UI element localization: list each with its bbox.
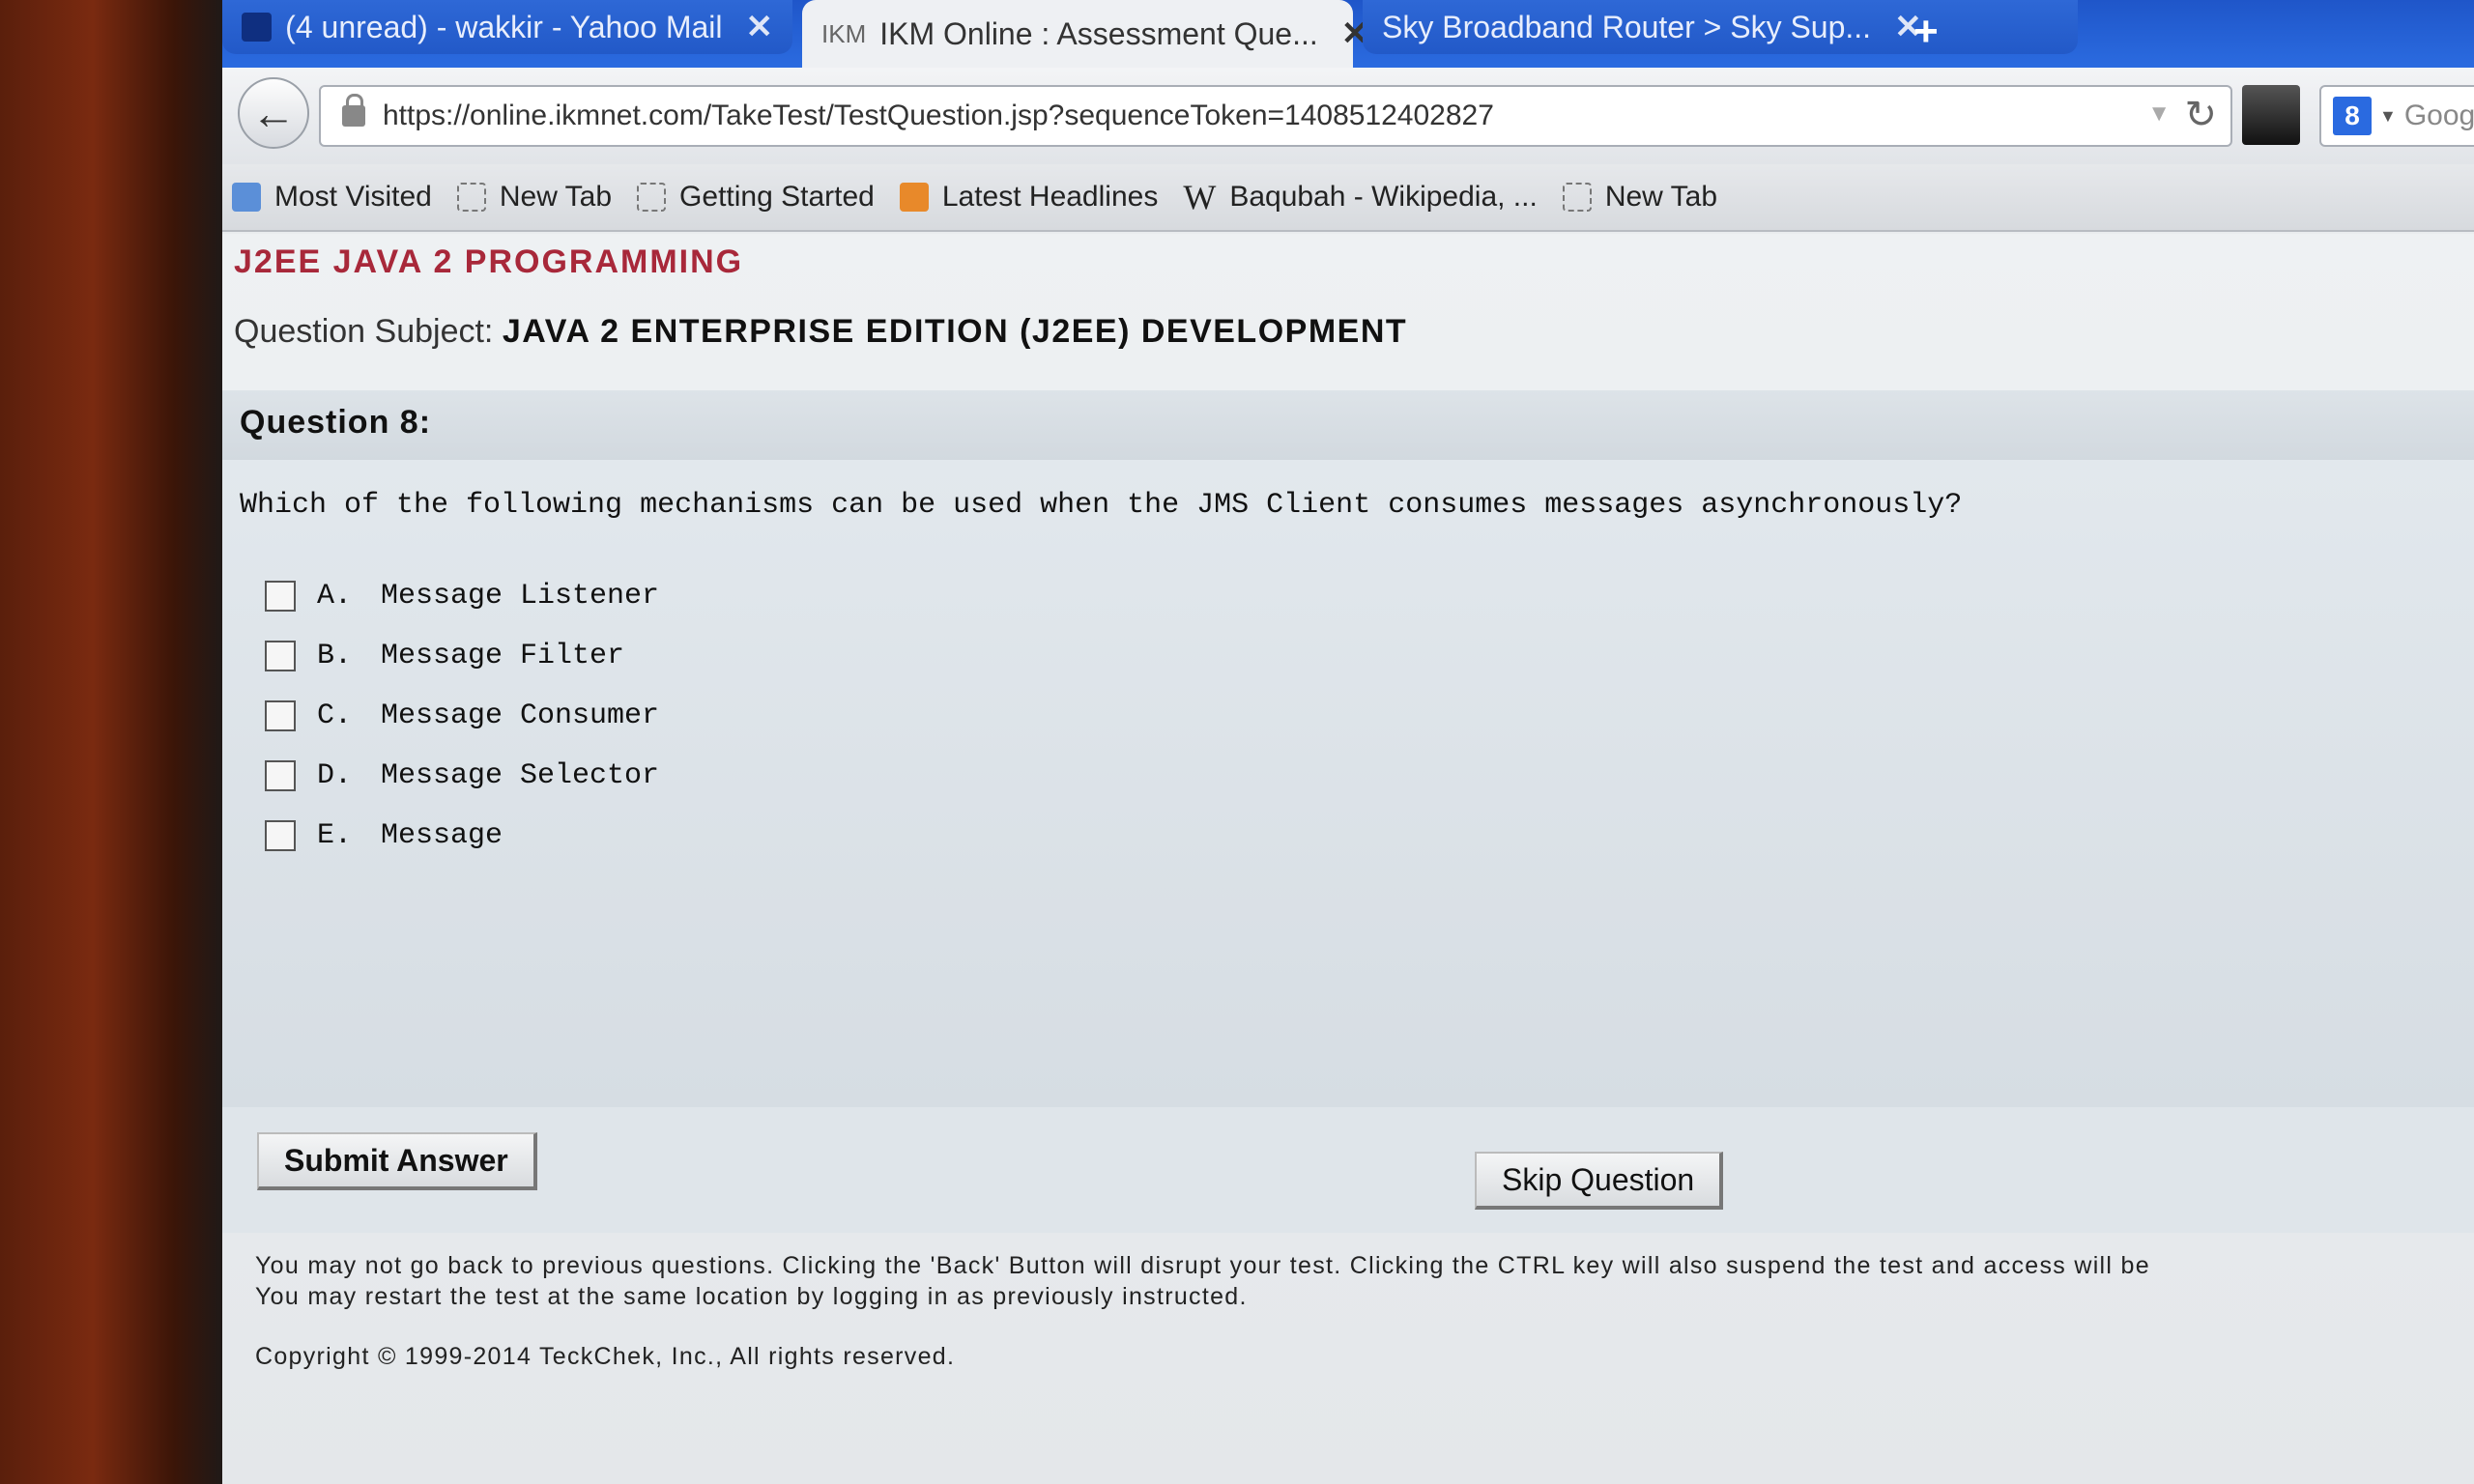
question-header: Question 8: <box>222 390 2474 460</box>
address-bar[interactable]: ▼ ↻ <box>319 85 2232 147</box>
answer-options: A. Message Listener B. Message Filter C.… <box>261 566 659 866</box>
new-tab-button[interactable]: + <box>1913 8 1939 56</box>
option-a-checkbox[interactable] <box>265 581 296 612</box>
option-text: Message Listener <box>381 580 660 613</box>
tab-label: (4 unread) - wakkir - Yahoo Mail <box>285 9 723 44</box>
bookmark-new-tab-2[interactable]: New Tab <box>1562 181 1718 214</box>
tab-label: IKM Online : Assessment Que... <box>879 15 1318 51</box>
tab-ikm-assessment[interactable]: IKM IKM Online : Assessment Que... ✕ <box>802 0 1368 68</box>
page-icon <box>456 183 486 212</box>
option-c-checkbox[interactable] <box>265 700 296 731</box>
bookmark-baqubah-wikipedia[interactable]: W Baqubah - Wikipedia, ... <box>1183 177 1538 217</box>
footer-notice: You may not go back to previous question… <box>255 1250 2150 1312</box>
monitor-bezel <box>0 0 232 1484</box>
url-input[interactable] <box>381 99 2028 133</box>
notice-line: You may restart the test at the same loc… <box>255 1283 1248 1310</box>
submit-answer-button[interactable]: Submit Answer <box>257 1132 537 1190</box>
tab-sky-broadband[interactable]: Sky Broadband Router > Sky Sup... ✕ <box>1363 0 2078 54</box>
bookmark-latest-headlines[interactable]: Latest Headlines <box>899 181 1159 214</box>
back-button[interactable]: ← <box>238 77 309 149</box>
copyright: Copyright © 1999-2014 TeckChek, Inc., Al… <box>255 1343 956 1370</box>
option-text: Message Consumer <box>381 699 660 732</box>
question-text: Which of the following mechanisms can be… <box>240 489 1963 522</box>
subject-label: Question Subject: <box>234 313 494 350</box>
course-title: J2EE JAVA 2 PROGRAMMING <box>234 243 744 280</box>
option-b[interactable]: B. Message Filter <box>261 626 659 686</box>
question-number: Question 8: <box>240 404 432 441</box>
reload-icon[interactable]: ↻ <box>2184 93 2217 137</box>
wikipedia-icon: W <box>1183 178 1217 216</box>
option-a[interactable]: A. Message Listener <box>261 566 659 626</box>
option-letter: B. <box>317 640 353 672</box>
option-letter: D. <box>317 759 353 792</box>
bookmarks-bar: Most Visited New Tab Getting Started Lat… <box>222 164 2474 232</box>
option-text: Message Selector <box>381 759 660 792</box>
chevron-down-icon[interactable]: ▼ <box>2379 106 2397 127</box>
close-icon[interactable]: ✕ <box>746 8 774 46</box>
bookmark-label: Getting Started <box>679 181 875 213</box>
tab-label: Sky Broadband Router > Sky Sup... <box>1382 9 1872 44</box>
search-placeholder: Goog <box>2403 100 2474 131</box>
option-letter: A. <box>317 580 353 613</box>
browser-window: (4 unread) - wakkir - Yahoo Mail ✕ IKM I… <box>222 0 2474 1484</box>
bookmark-label: Most Visited <box>274 181 432 213</box>
back-arrow-icon: ← <box>251 88 296 138</box>
skip-question-button[interactable]: Skip Question <box>1475 1152 1724 1210</box>
tab-strip: (4 unread) - wakkir - Yahoo Mail ✕ IKM I… <box>222 0 2474 68</box>
option-d[interactable]: D. Message Selector <box>261 746 659 806</box>
option-c[interactable]: C. Message Consumer <box>261 686 659 746</box>
page-content: J2EE JAVA 2 PROGRAMMING Question Subject… <box>222 234 2474 1484</box>
option-b-checkbox[interactable] <box>265 641 296 671</box>
bookmark-label: New Tab <box>499 181 613 213</box>
search-box[interactable]: 8 ▼ Goog <box>2319 85 2474 147</box>
bookmark-label: New Tab <box>1604 181 1718 213</box>
page-icon <box>637 183 667 212</box>
option-text: Message Filter <box>381 640 625 672</box>
bookmark-icon[interactable] <box>2242 85 2300 145</box>
folder-icon <box>232 183 261 212</box>
option-letter: C. <box>317 699 353 732</box>
lock-icon <box>342 94 365 127</box>
option-e[interactable]: E. Message <box>261 806 659 866</box>
rss-icon <box>899 183 929 212</box>
bookmark-label: Baqubah - Wikipedia, ... <box>1229 181 1538 213</box>
option-text: Message <box>381 819 503 852</box>
action-buttons: Submit Answer Skip Question <box>222 1107 2474 1233</box>
bookmark-label: Latest Headlines <box>941 181 1159 213</box>
mail-icon <box>242 13 273 42</box>
bookmark-most-visited[interactable]: Most Visited <box>232 181 432 214</box>
ikm-favicon-icon: IKM <box>821 19 867 48</box>
question-subject: Question Subject: JAVA 2 ENTERPRISE EDIT… <box>234 313 1407 351</box>
subject-value: JAVA 2 ENTERPRISE EDITION (J2EE) DEVELOP… <box>502 313 1408 350</box>
bookmark-new-tab[interactable]: New Tab <box>456 181 613 214</box>
bookmark-getting-started[interactable]: Getting Started <box>637 181 875 214</box>
question-body: Which of the following mechanisms can be… <box>222 460 2474 1107</box>
navigation-bar: ← ▼ ↻ 8 ▼ Goog <box>222 68 2474 165</box>
notice-line: You may not go back to previous question… <box>255 1252 2150 1279</box>
search-engine-icon[interactable]: 8 <box>2333 97 2372 135</box>
option-letter: E. <box>317 819 353 852</box>
page-icon <box>1562 183 1592 212</box>
tab-yahoo-mail[interactable]: (4 unread) - wakkir - Yahoo Mail ✕ <box>222 0 792 54</box>
chevron-down-icon[interactable]: ▼ <box>2147 100 2171 128</box>
option-e-checkbox[interactable] <box>265 820 296 851</box>
option-d-checkbox[interactable] <box>265 760 296 791</box>
